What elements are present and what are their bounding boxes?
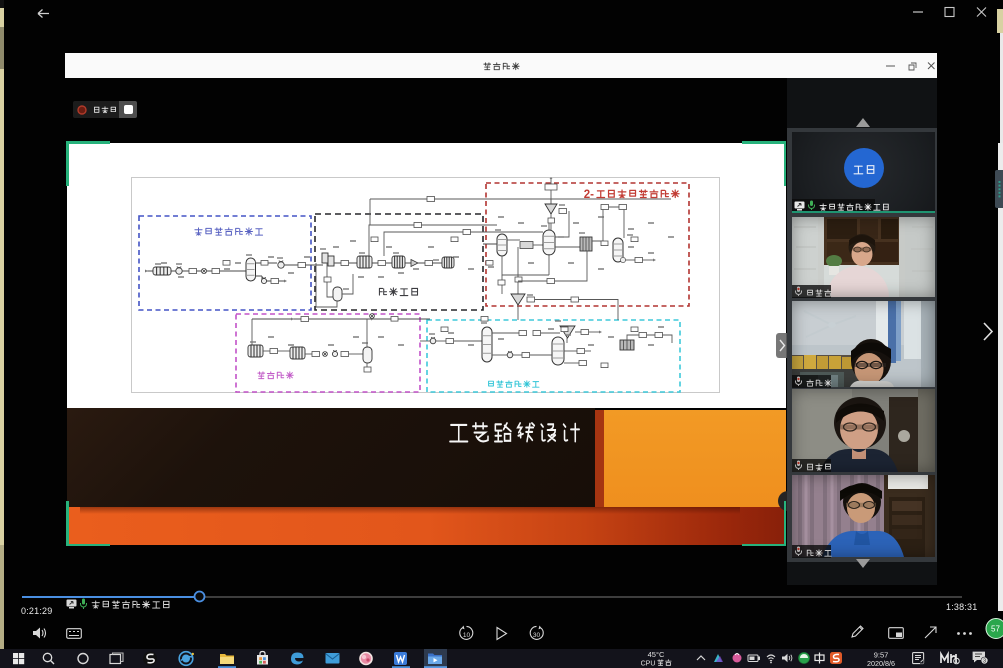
svg-text:2020/8/6: 2020/8/6: [867, 659, 895, 668]
svg-text:CPU: CPU: [641, 661, 656, 668]
svg-text:45°C: 45°C: [648, 650, 665, 659]
svg-text:3: 3: [983, 659, 986, 665]
